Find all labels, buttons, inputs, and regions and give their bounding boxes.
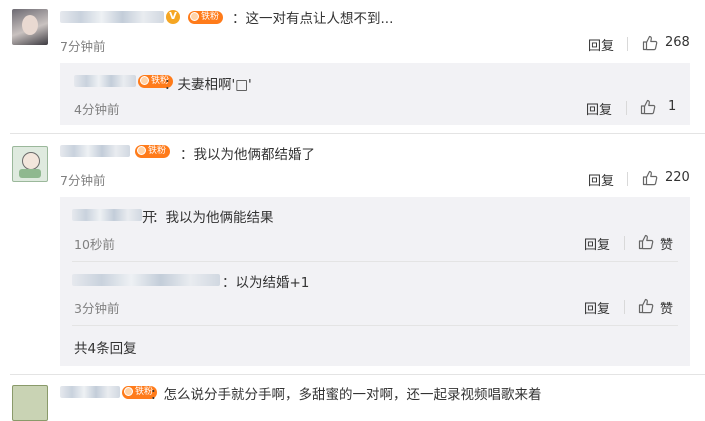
comment-text: ：这一对有点让人想不到... [232,11,394,27]
reply-time: 10秒前 [74,237,115,252]
reply-time: 3分钟前 [74,301,120,316]
comment-text: ：我以为他俩都结婚了 [180,147,315,163]
reply-divider [72,261,678,262]
action-divider [624,300,625,314]
like-button-label[interactable]: 赞 [660,298,673,317]
username-blurred[interactable] [60,145,130,157]
fan-badge-icon [140,76,149,85]
username-blurred[interactable] [72,274,220,286]
reply-time: 4分钟前 [74,102,120,117]
username-blurred[interactable] [74,75,136,87]
reply-thread: 铁粉 ：夫妻相啊'□' 4分钟前 回复 1 [60,63,690,125]
thumbs-up-icon[interactable] [640,99,656,115]
vip-icon: V [166,10,180,24]
fan-badge: 铁粉 [188,11,224,24]
comment-text: ：怎么说分手就分手啊，多甜蜜的一对啊，还一起录视频唱歌来着 [150,387,542,403]
action-divider [626,101,627,115]
like-count: 268 [665,35,690,50]
action-divider [624,236,625,250]
reply-divider [72,325,678,326]
avatar[interactable] [12,9,48,45]
like-button-label[interactable]: 赞 [660,234,673,253]
fan-badge-icon [190,12,199,21]
comment-time: 7分钟前 [60,173,106,188]
fan-badge-icon [124,387,133,396]
thumbs-up-icon[interactable] [642,170,658,186]
avatar[interactable] [12,146,48,182]
reply-button[interactable]: 回复 [588,35,614,54]
reply-button[interactable]: 回复 [588,170,614,189]
more-replies-link[interactable]: 共4条回复 [74,337,137,357]
reply-button[interactable]: 回复 [584,234,610,253]
fan-badge: 铁粉 [135,145,171,158]
username-blurred[interactable] [72,209,142,221]
username-blurred[interactable] [60,11,164,23]
comment-time: 7分钟前 [60,39,106,54]
reply-button[interactable]: 回复 [584,298,610,317]
thumbs-up-icon[interactable] [638,234,654,250]
reply-text: ：以为结婚+1 [222,275,310,291]
thumbs-up-icon[interactable] [642,35,658,51]
avatar[interactable] [12,385,48,421]
like-count: 1 [668,99,677,114]
action-divider [627,172,628,186]
action-divider [627,37,628,51]
fan-badge-icon [137,146,146,155]
reply-text: ：我以为他俩能结果 [152,210,274,226]
reply-text: ：夫妻相啊'□' [164,77,252,93]
comment-divider [10,374,705,375]
reply-button[interactable]: 回复 [586,99,612,118]
username-blurred[interactable] [60,386,120,398]
comment-divider [10,133,705,134]
thumbs-up-icon[interactable] [638,298,654,314]
reply-thread: 开 ：我以为他俩能结果 10秒前 回复 赞 ：以为结婚+1 3分钟前 回复 赞 … [60,197,690,366]
like-count: 220 [665,170,690,185]
